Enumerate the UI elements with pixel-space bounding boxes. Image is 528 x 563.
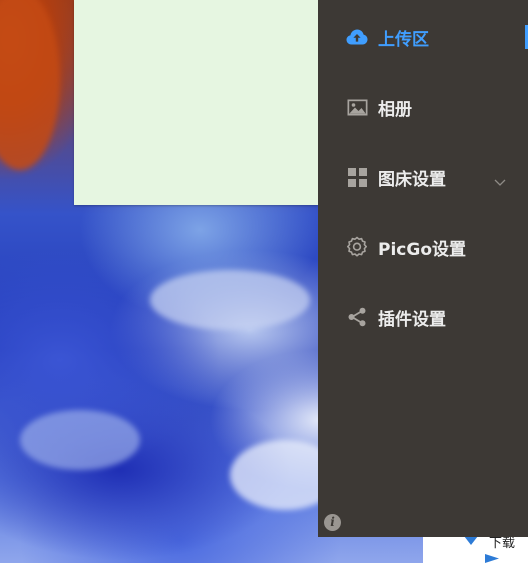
sidebar-item-picgo-settings[interactable]: PicGo设置 (318, 212, 528, 282)
wallpaper-orange-blob (0, 0, 60, 170)
wallpaper-cloud (20, 410, 140, 470)
sidebar-item-upload[interactable]: 上传区 (318, 2, 528, 72)
chevron-down-icon (494, 172, 506, 186)
sidebar-item-label: 插件设置 (378, 309, 446, 330)
sidebar-item-label: 图床设置 (378, 169, 446, 190)
info-icon[interactable]: i (324, 514, 341, 531)
sidebar-item-label: PicGo设置 (378, 239, 466, 260)
sidebar-item-album[interactable]: 相册 (318, 72, 528, 142)
grid-icon (346, 166, 368, 188)
explorer-item-label: 下载 (489, 536, 516, 551)
gear-icon (346, 236, 368, 258)
sidebar-menu: 上传区 相册 图床设置 PicGo设置 插件设置 i (318, 0, 528, 537)
wallpaper-cloud (150, 270, 310, 330)
sidebar-item-label: 上传区 (378, 29, 429, 50)
cloud-upload-icon (346, 26, 368, 48)
share-icon (346, 306, 368, 328)
desktop-wallpaper: 下载 上传区 相册 图床设置 PicGo设置 插件设置 i (0, 0, 528, 563)
explorer-item-expand-icon[interactable] (485, 554, 499, 563)
image-icon (346, 96, 368, 118)
sidebar-item-label: 相册 (378, 99, 412, 120)
sidebar-item-picbed-settings[interactable]: 图床设置 (318, 142, 528, 212)
sidebar-item-plugin-settings[interactable]: 插件设置 (318, 282, 528, 352)
upload-drop-area[interactable] (74, 0, 318, 205)
